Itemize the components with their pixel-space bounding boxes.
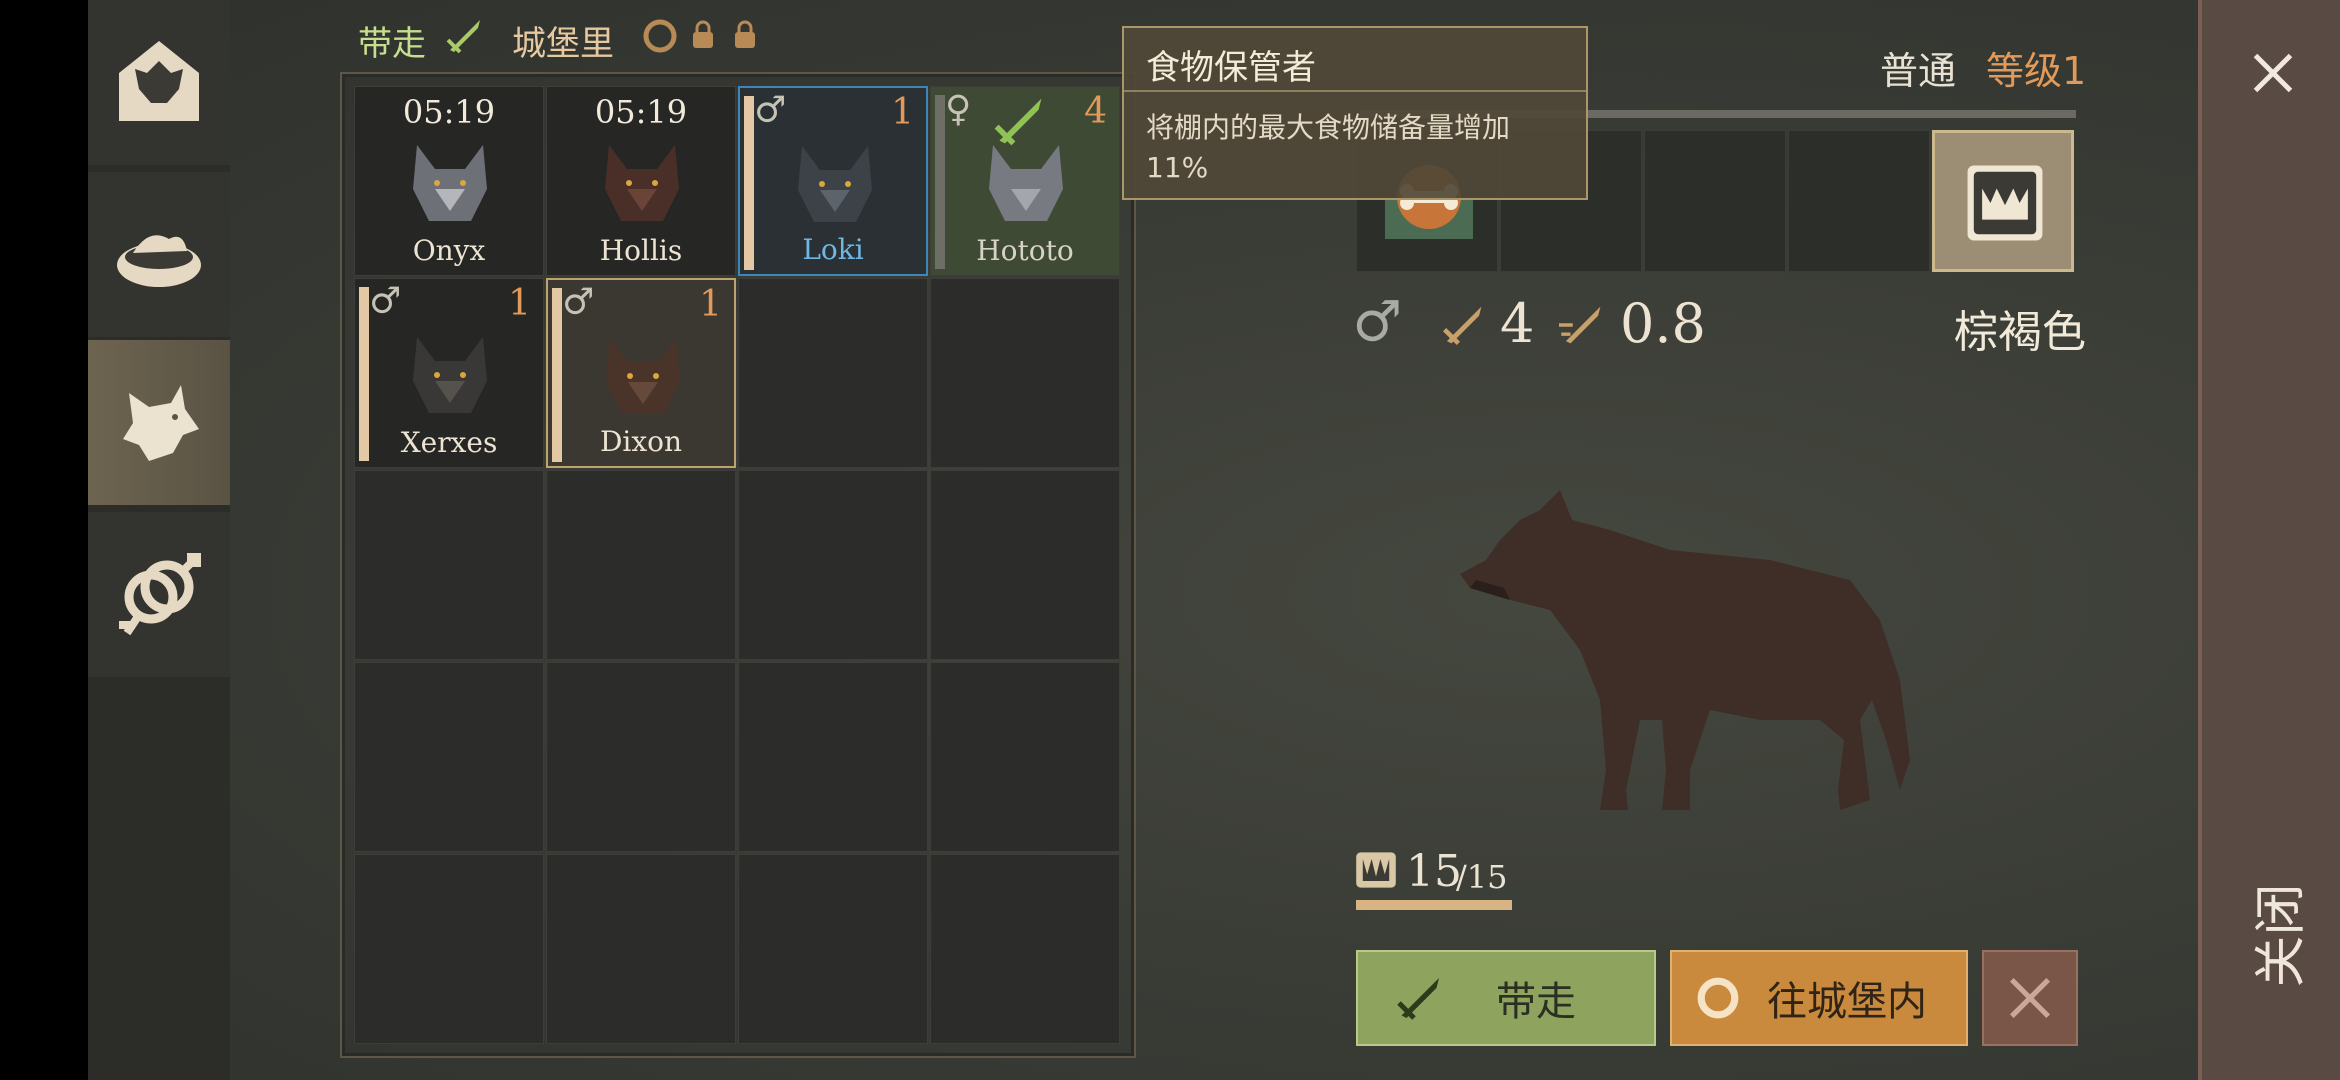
skill-book-button[interactable] <box>1932 130 2074 272</box>
wolf-portrait-icon <box>606 338 680 414</box>
wolf-slot-dixon[interactable]: ♂ 1 Dixon <box>546 278 736 468</box>
wolf-grid: 05:19 Onyx 05:19 Hollis ♂ 1 Loki ♀ 4 Hot… <box>354 86 1124 1048</box>
skill-slot-empty[interactable] <box>1788 130 1930 272</box>
wolf-name: Dixon <box>599 425 683 458</box>
close-strip[interactable]: 关闭 <box>2198 0 2340 1080</box>
wolf-name: Xerxes <box>400 426 498 459</box>
to-castle-button-label: 往城堡内 <box>1767 979 1927 1025</box>
fang-book-icon <box>1967 165 2043 241</box>
sword-icon <box>1397 978 1439 1020</box>
sidebar-item-den[interactable] <box>88 0 230 165</box>
tooltip-body: 将棚内的最大食物储备量增加11% <box>1146 111 1511 184</box>
wolf-portrait-icon <box>413 145 487 221</box>
sidebar-item-wolves[interactable] <box>88 340 230 505</box>
left-sidebar <box>88 0 230 1080</box>
close-icon <box>2009 977 2051 1019</box>
wolf-level: 4 <box>1084 91 1107 132</box>
dismiss-button[interactable] <box>1982 950 2078 1046</box>
empty-slot[interactable] <box>354 854 544 1044</box>
attack-value: 4 <box>1500 292 1535 355</box>
empty-slot[interactable] <box>546 854 736 1044</box>
wolf-model <box>1460 490 1910 810</box>
empty-slot[interactable] <box>738 662 928 852</box>
speed-icon <box>1559 306 1601 344</box>
wolf-level: 1 <box>699 284 722 325</box>
wolf-level: 1 <box>891 92 914 133</box>
empty-slot[interactable] <box>738 470 928 660</box>
coat-color-label: 棕褐色 <box>1954 307 2086 358</box>
empty-slot[interactable] <box>930 278 1120 468</box>
wolf-portrait-icon <box>413 337 487 413</box>
level-label: 等级1 <box>1986 49 2087 93</box>
castle-tab-label[interactable]: 城堡里 <box>512 16 614 65</box>
wolf-name: Onyx <box>412 234 486 267</box>
breeding-icon <box>119 552 201 635</box>
wolf-slot-onyx[interactable]: 05:19 Onyx <box>354 86 544 276</box>
stamina-bar <box>1356 900 1512 910</box>
skill-slot-empty[interactable] <box>1644 130 1786 272</box>
close-icon[interactable] <box>2248 48 2298 98</box>
wolf-house-icon <box>119 40 199 121</box>
wolf-name: Hollis <box>599 234 683 267</box>
sword-icon <box>994 98 1042 146</box>
take-tab-label[interactable]: 带走 <box>358 16 426 65</box>
stamina-value: 15 <box>1406 846 1462 897</box>
female-icon: ♀ <box>945 89 972 130</box>
wolf-slot-hototo[interactable]: ♀ 4 Hototo <box>930 86 1120 276</box>
male-icon: ♂ <box>369 281 402 322</box>
tooltip-title: 食物保管者 <box>1146 48 1316 88</box>
wolf-slot-hollis[interactable]: 05:19 Hollis <box>546 86 736 276</box>
wolf-name: Loki <box>802 233 864 266</box>
skill-tooltip: 食物保管者 将棚内的最大食物储备量增加11% <box>1122 26 1588 200</box>
stamina-max: /15 <box>1456 858 1508 896</box>
food-bowl-icon <box>117 234 201 287</box>
castle-icon <box>1697 977 1739 1019</box>
empty-slot[interactable] <box>546 662 736 852</box>
speed-value: 0.8 <box>1620 292 1706 355</box>
empty-slot[interactable] <box>738 278 928 468</box>
take-button-label: 带走 <box>1496 979 1576 1025</box>
wolf-slot-xerxes[interactable]: ♂ 1 Xerxes <box>354 278 544 468</box>
tooltip-divider <box>1124 90 1586 92</box>
rarity-label: 普通 <box>1880 49 1957 93</box>
lock-icon <box>735 20 755 48</box>
wolf-portrait-icon <box>605 145 679 221</box>
male-icon: ♂ <box>1352 290 1403 355</box>
male-icon: ♂ <box>754 90 787 131</box>
empty-slot[interactable] <box>930 470 1120 660</box>
wolf-slot-loki[interactable]: ♂ 1 Loki <box>738 86 928 276</box>
wolf-name: Hototo <box>976 234 1074 267</box>
to-castle-button[interactable]: 往城堡内 <box>1670 950 1968 1046</box>
empty-slot[interactable] <box>546 470 736 660</box>
empty-slot[interactable] <box>930 854 1120 1044</box>
wolf-icon <box>123 384 199 461</box>
male-icon: ♂ <box>562 282 595 323</box>
empty-slot[interactable] <box>738 854 928 1044</box>
lock-icon <box>693 20 713 48</box>
wolf-portrait-icon <box>798 146 872 222</box>
fang-icon <box>1356 852 1396 888</box>
close-label[interactable]: 关闭 <box>2239 883 2314 987</box>
castle-icon <box>643 19 677 53</box>
sidebar-item-breeding[interactable] <box>88 512 230 677</box>
sidebar-item-food[interactable] <box>88 172 230 337</box>
take-button[interactable]: 带走 <box>1356 950 1656 1046</box>
empty-slot[interactable] <box>354 470 544 660</box>
empty-slot[interactable] <box>930 662 1120 852</box>
sword-icon <box>446 20 480 54</box>
empty-slot[interactable] <box>354 662 544 852</box>
attack-icon <box>1442 306 1482 346</box>
wolf-level: 1 <box>508 283 531 324</box>
stamina-bar-fill <box>1356 900 1512 910</box>
